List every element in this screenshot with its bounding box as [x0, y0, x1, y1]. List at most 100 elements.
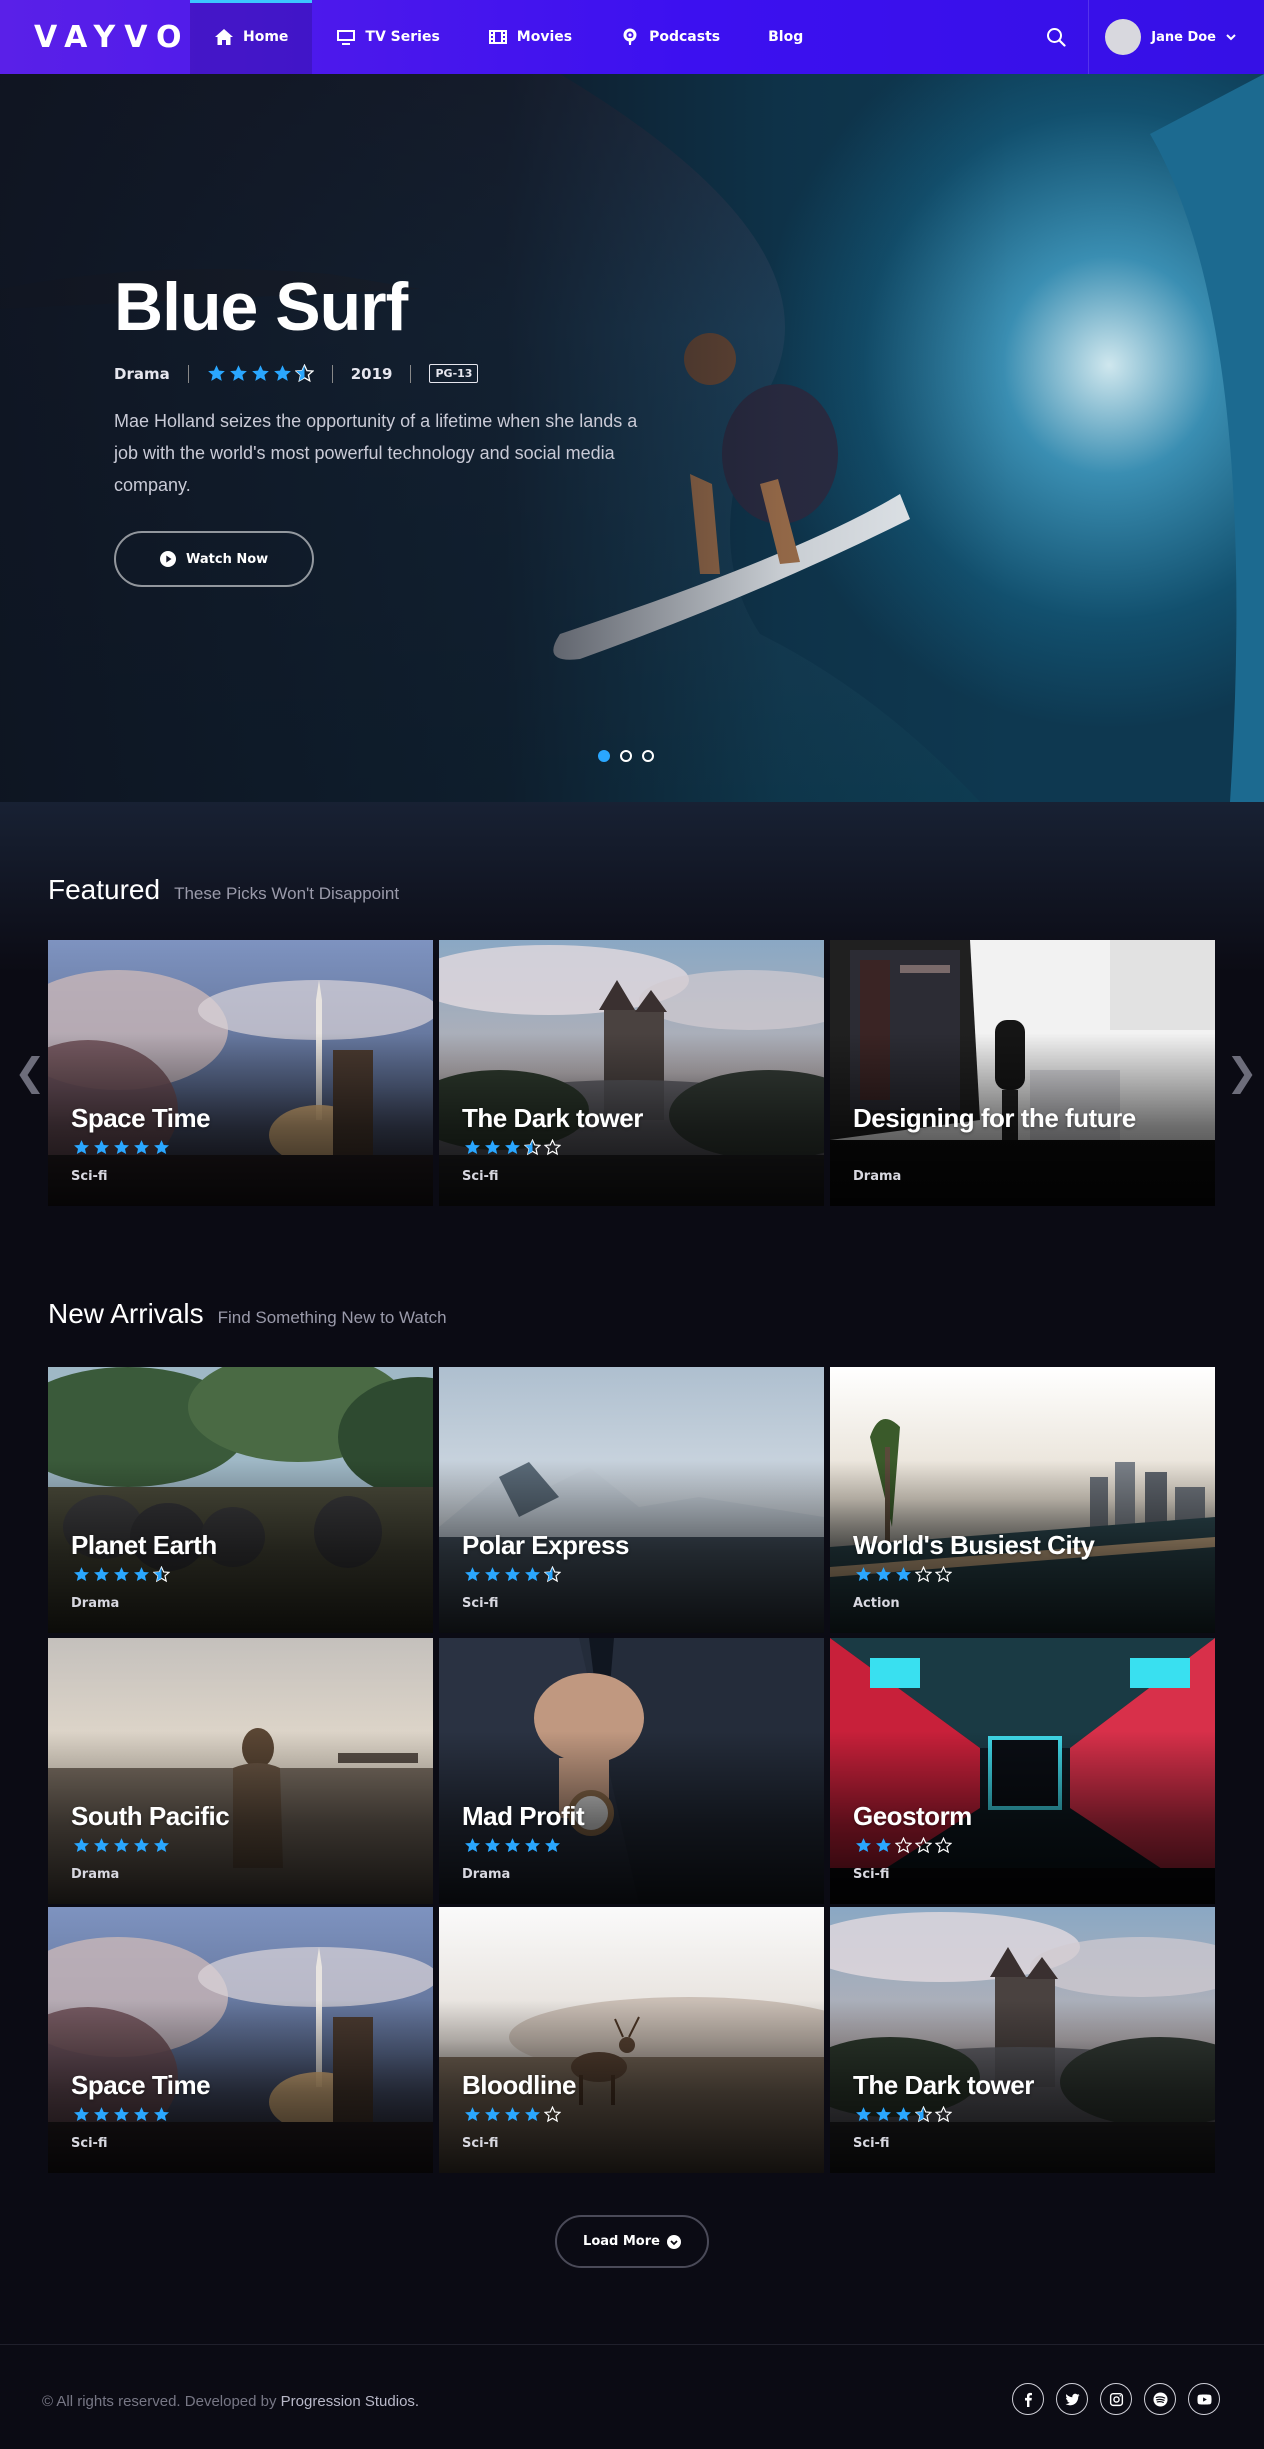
card-title: South Pacific — [71, 1801, 230, 1831]
user-menu[interactable]: Jane Doe — [1088, 0, 1264, 74]
star-icon — [94, 1838, 109, 1853]
media-card[interactable]: The Dark tower Sci-fi — [439, 940, 824, 1206]
spotify-icon — [1152, 2391, 1168, 2407]
media-card[interactable]: Polar Express Sci-fi — [439, 1367, 824, 1633]
media-card[interactable]: South Pacific Drama — [48, 1638, 433, 1904]
star-half-icon — [524, 1139, 541, 1156]
star-empty-icon — [544, 2106, 561, 2123]
header-actions: Jane Doe — [1024, 0, 1264, 74]
card-overlay — [48, 1638, 433, 1904]
load-more-button[interactable]: Load More — [555, 2215, 709, 2268]
star-empty-icon — [935, 2106, 952, 2123]
star-empty-icon — [915, 1566, 932, 1583]
slider-dot[interactable] — [642, 750, 654, 762]
developer-link[interactable]: Progression Studios. — [281, 2393, 419, 2410]
star-icon — [94, 1567, 109, 1582]
slider-dot[interactable] — [620, 750, 632, 762]
hero-rating-stars — [207, 364, 314, 383]
card-title: Geostorm — [853, 1801, 972, 1831]
card-genre: Sci-fi — [462, 2136, 499, 2151]
card-genre: Sci-fi — [462, 1169, 499, 1184]
card-rating-stars — [464, 1566, 561, 1583]
media-card[interactable]: Bloodline Sci-fi — [439, 1907, 824, 2173]
star-icon — [465, 1838, 480, 1853]
watch-now-button[interactable]: Watch Now — [114, 531, 315, 587]
star-icon — [94, 2107, 109, 2122]
youtube-link[interactable] — [1188, 2383, 1220, 2415]
card-overlay — [439, 1367, 824, 1633]
card-overlay — [830, 940, 1215, 1206]
featured-header: Featured These Picks Won't Disappoint — [48, 874, 399, 906]
twitter-link[interactable] — [1056, 2383, 1088, 2415]
nav-item-tv-series[interactable]: TV Series — [312, 0, 463, 74]
star-icon — [545, 1838, 560, 1853]
tv-icon — [337, 30, 356, 45]
youtube-icon — [1196, 2393, 1212, 2405]
card-title: Planet Earth — [71, 1530, 217, 1560]
star-icon — [505, 1838, 520, 1853]
nav-item-podcasts[interactable]: Podcasts — [596, 0, 744, 74]
media-card[interactable]: Space Time Sci-fi — [48, 940, 433, 1206]
media-card[interactable]: Mad Profit Drama — [439, 1638, 824, 1904]
star-icon — [876, 1838, 891, 1853]
spotify-link[interactable] — [1144, 2383, 1176, 2415]
nav-label: Blog — [768, 29, 804, 45]
hero-banner: Blue Surf Drama 2019 PG-13 Mae Holland s… — [0, 74, 1264, 802]
card-rating-stars — [464, 2106, 561, 2123]
carousel-prev-arrow[interactable]: ❮ — [14, 1050, 46, 1094]
star-empty-icon — [915, 1837, 932, 1854]
star-empty-icon — [935, 1566, 952, 1583]
home-icon — [215, 29, 233, 45]
facebook-icon — [1024, 2392, 1032, 2407]
hero-year: 2019 — [350, 364, 393, 383]
card-genre: Sci-fi — [71, 2136, 108, 2151]
star-icon — [896, 1567, 911, 1582]
media-card[interactable]: The Dark tower Sci-fi — [830, 1907, 1215, 2173]
star-icon — [134, 1838, 149, 1853]
media-card[interactable]: Space Time Sci-fi — [48, 1907, 433, 2173]
media-card[interactable]: Designing for the future Drama — [830, 940, 1215, 1206]
star-icon — [856, 2107, 871, 2122]
star-icon — [273, 365, 291, 381]
media-card[interactable]: Geostorm Sci-fi — [830, 1638, 1215, 1904]
star-icon — [229, 365, 247, 381]
site-logo[interactable]: VAYVO — [0, 20, 190, 55]
avatar — [1105, 19, 1142, 55]
card-rating-stars — [464, 1139, 561, 1156]
card-genre: Drama — [853, 1169, 902, 1184]
section-subtitle: These Picks Won't Disappoint — [174, 884, 400, 903]
star-icon — [134, 2107, 149, 2122]
social-links — [1012, 2383, 1220, 2415]
card-overlay — [439, 1907, 824, 2173]
star-icon — [74, 1140, 89, 1155]
load-more-label: Load More — [583, 2234, 660, 2249]
card-title: Space Time — [71, 2070, 211, 2100]
star-icon — [485, 1838, 500, 1853]
card-title: Mad Profit — [462, 1801, 585, 1831]
slider-dot[interactable] — [598, 750, 610, 762]
user-name: Jane Doe — [1151, 29, 1216, 45]
facebook-link[interactable] — [1012, 2383, 1044, 2415]
star-icon — [74, 1567, 89, 1582]
card-title: Space Time — [71, 1103, 211, 1133]
card-genre: Drama — [462, 1867, 511, 1882]
search-button[interactable] — [1024, 0, 1088, 74]
copyright: © All rights reserved. Developed by Prog… — [42, 2393, 419, 2410]
instagram-link[interactable] — [1100, 2383, 1132, 2415]
star-icon — [485, 1140, 500, 1155]
media-card[interactable]: World's Busiest City Action — [830, 1367, 1215, 1633]
card-genre: Action — [853, 1596, 900, 1611]
section-subtitle: Find Something New to Watch — [217, 1308, 447, 1327]
carousel-next-arrow[interactable]: ❯ — [1226, 1050, 1258, 1094]
hero-description: Mae Holland seizes the opportunity of a … — [114, 411, 638, 495]
nav-item-home[interactable]: Home — [190, 0, 313, 74]
watch-now-label: Watch Now — [186, 551, 269, 567]
star-icon — [134, 1567, 149, 1582]
nav-item-blog[interactable]: Blog — [744, 0, 827, 74]
media-card[interactable]: Planet Earth Drama — [48, 1367, 433, 1633]
instagram-icon — [1109, 2392, 1123, 2406]
nav-item-movies[interactable]: Movies — [464, 0, 596, 74]
star-icon — [114, 2107, 129, 2122]
star-icon — [74, 2107, 89, 2122]
card-overlay — [830, 1638, 1215, 1904]
